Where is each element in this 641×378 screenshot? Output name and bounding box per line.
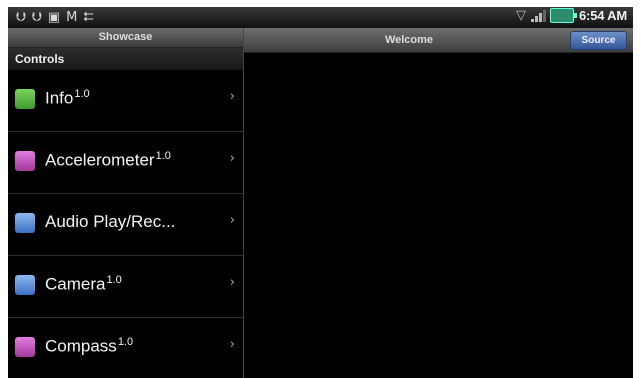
notification-icons: ⮋ ⮋ ▣ M ⮄ bbox=[16, 9, 94, 26]
chevron-right-icon: › bbox=[229, 337, 235, 352]
sd-card-icon: ▣ bbox=[47, 10, 61, 25]
list-item-label: Compass1.0 bbox=[45, 336, 134, 356]
camera-icon bbox=[15, 275, 35, 295]
signal-icon bbox=[531, 9, 547, 23]
right-pane-title: Welcome bbox=[384, 34, 434, 46]
right-pane-header: Welcome Source bbox=[244, 28, 633, 53]
list-item-label: Audio Play/Rec... bbox=[45, 212, 176, 231]
list-item-label: Info1.0 bbox=[45, 88, 90, 108]
chevron-right-icon: › bbox=[229, 213, 235, 228]
gmail-icon: M bbox=[66, 10, 78, 25]
info-icon bbox=[15, 89, 35, 109]
list-item-compass[interactable]: Compass1.0 › bbox=[8, 318, 243, 378]
list-item-audio[interactable]: Audio Play/Rec... › bbox=[8, 194, 243, 256]
list-item-label: Camera1.0 bbox=[45, 274, 122, 294]
right-pane: Welcome Source bbox=[244, 28, 633, 378]
source-button[interactable]: Source bbox=[570, 31, 627, 50]
status-right: ▽ 6:54 AM bbox=[516, 8, 627, 23]
battery-icon bbox=[550, 8, 578, 23]
clock: 6:54 AM bbox=[579, 8, 627, 23]
section-header: Controls bbox=[8, 48, 243, 70]
list-item-info[interactable]: Info1.0 › bbox=[8, 70, 243, 132]
left-pane: Showcase Controls Info1.0 › Acceleromete… bbox=[8, 28, 243, 378]
chevron-right-icon: › bbox=[229, 89, 235, 104]
usb-debug-icon: ⮋ bbox=[31, 10, 42, 25]
list-item-label: Accelerometer1.0 bbox=[45, 150, 171, 170]
status-bar: ⮋ ⮋ ▣ M ⮄ ▽ 6:54 AM bbox=[8, 7, 633, 28]
accelerometer-icon bbox=[15, 151, 35, 171]
usb-icon: ⮋ bbox=[16, 10, 26, 25]
compass-icon bbox=[15, 337, 35, 357]
audio-icon bbox=[15, 213, 35, 233]
list-item-camera[interactable]: Camera1.0 › bbox=[8, 256, 243, 318]
device-screen: ⮋ ⮋ ▣ M ⮄ ▽ 6:54 AM Showcase Controls In… bbox=[8, 7, 633, 378]
usb-connected-icon: ⮄ bbox=[83, 10, 94, 25]
chevron-right-icon: › bbox=[229, 275, 235, 290]
chevron-right-icon: › bbox=[229, 151, 235, 166]
list-item-accelerometer[interactable]: Accelerometer1.0 › bbox=[8, 132, 243, 194]
wifi-icon: ▽ bbox=[516, 8, 527, 23]
left-pane-title: Showcase bbox=[8, 28, 243, 48]
